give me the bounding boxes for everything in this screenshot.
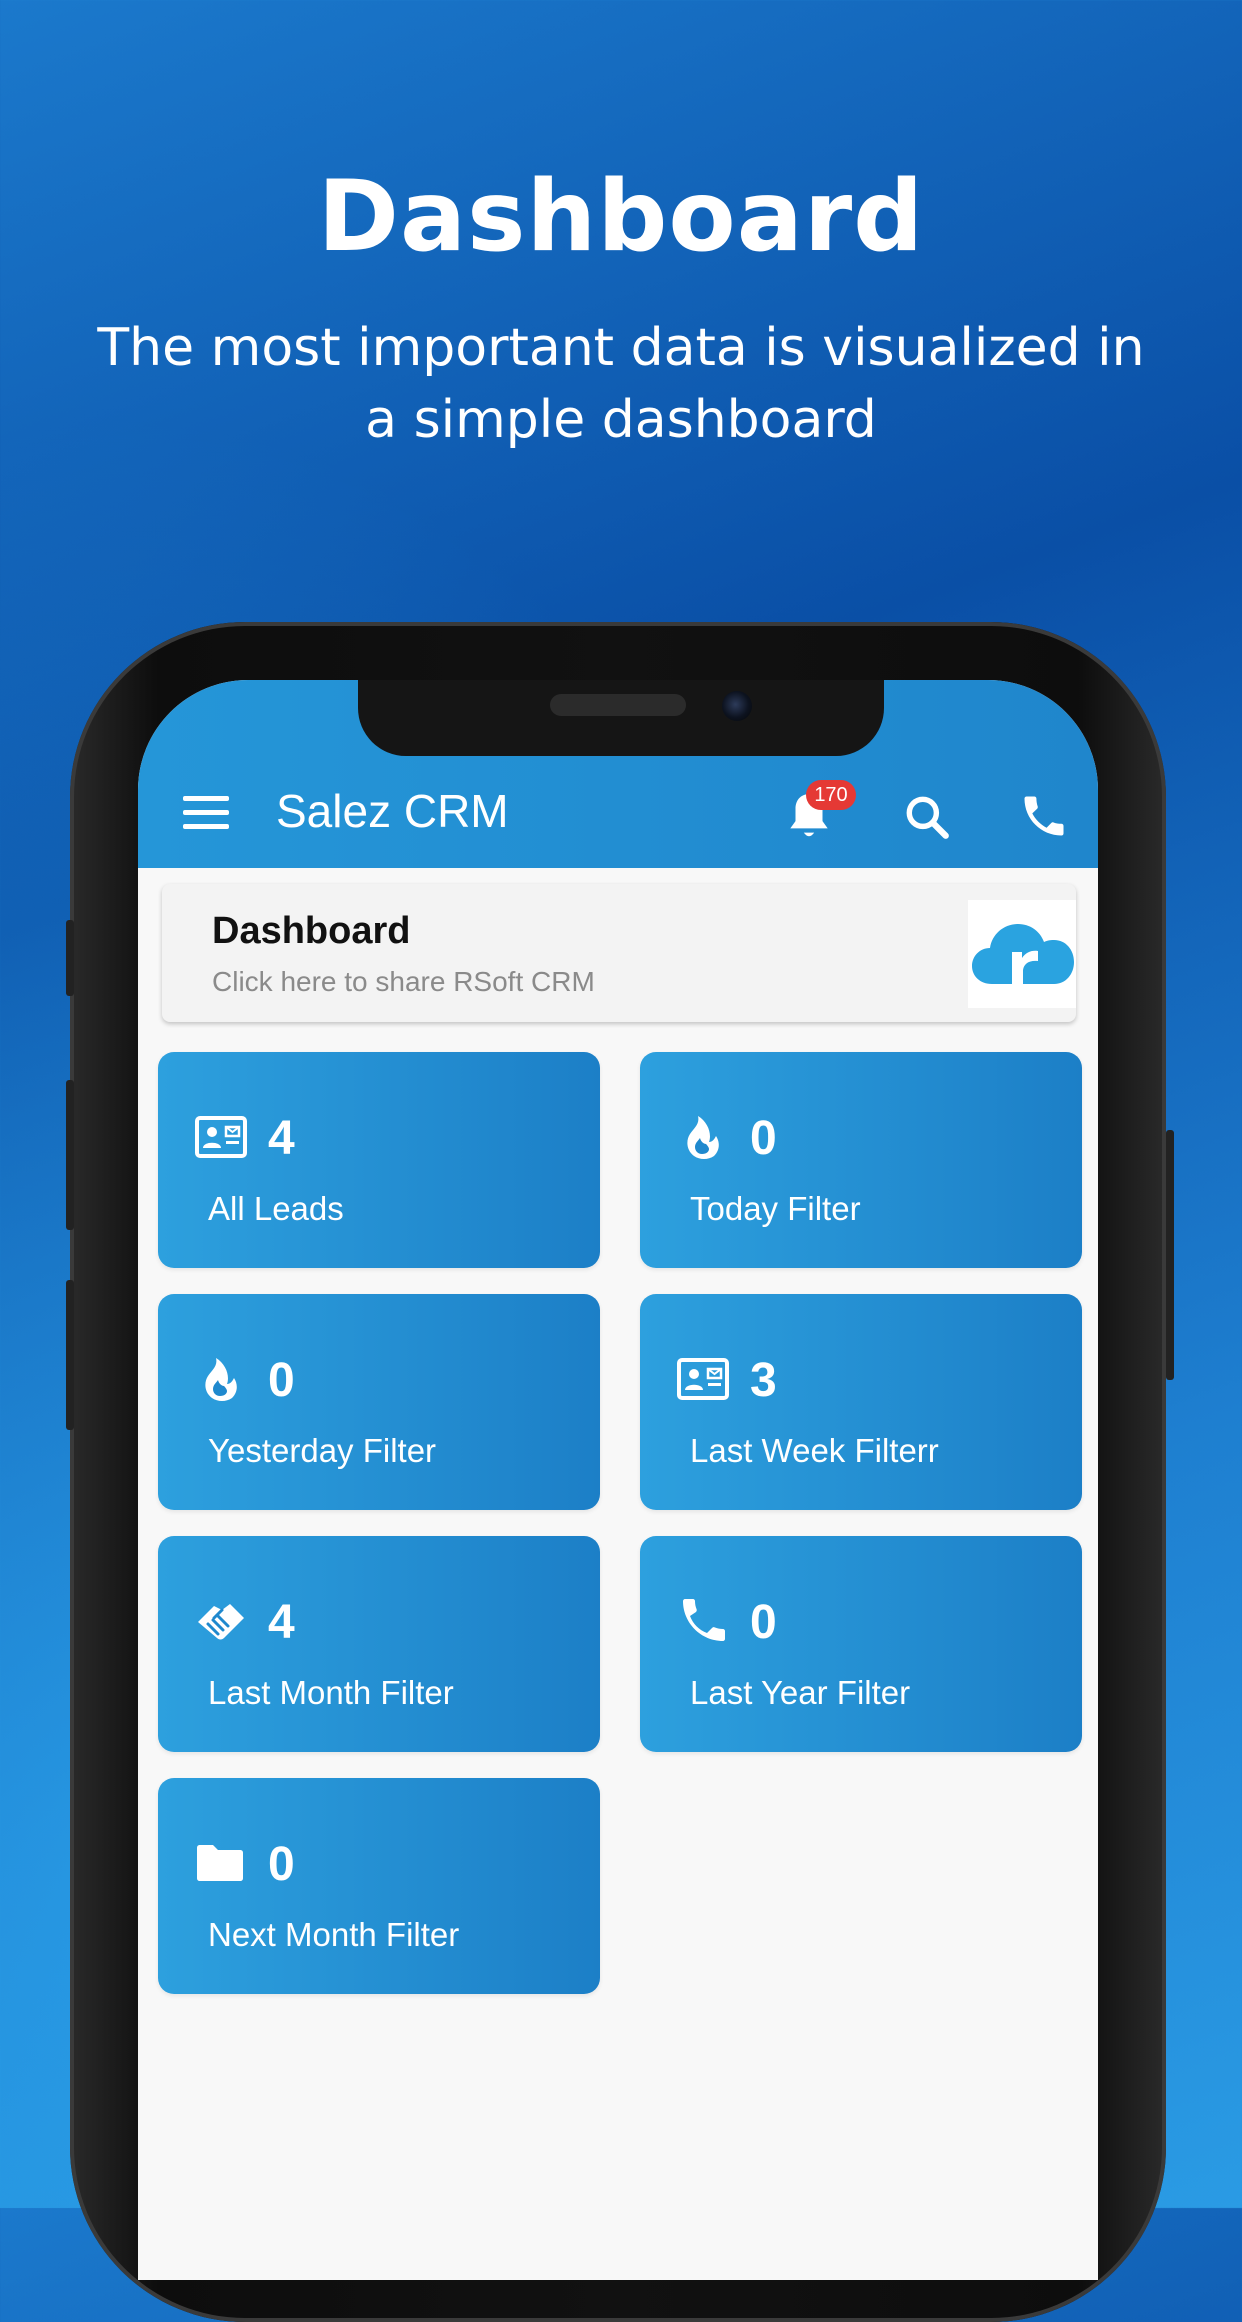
tile-last-week-filter[interactable]: 3 Last Week Filterr	[640, 1294, 1082, 1510]
tile-label: Last Week Filterr	[690, 1432, 939, 1469]
promo-subtitle: The most important data is visualized in…	[97, 318, 1145, 450]
tile-yesterday-filter[interactable]: 0 Yesterday Filter	[158, 1294, 600, 1510]
phone-screen: Salez CRM 170 Dashboard Click here to sh…	[138, 680, 1098, 2280]
phone-speaker	[550, 694, 686, 716]
cloud-r-logo-icon	[968, 900, 1076, 1008]
handshake-icon	[198, 1604, 244, 1640]
share-card-title: Dashboard	[212, 910, 411, 952]
phone-side-button	[66, 920, 74, 996]
tile-last-year-filter[interactable]: 0 Last Year Filter	[640, 1536, 1082, 1752]
tile-count: 0	[750, 1596, 777, 1649]
fire-icon	[205, 1358, 237, 1401]
phone-notch	[358, 680, 884, 756]
phone-icon	[683, 1599, 725, 1641]
tile-label: Last Year Filter	[690, 1674, 911, 1711]
phone-side-button	[1166, 1130, 1174, 1380]
tile-label: Next Month Filter	[208, 1916, 460, 1953]
tile-next-month-filter[interactable]: 0 Next Month Filter	[158, 1778, 600, 1994]
menu-icon[interactable]	[183, 796, 229, 830]
front-camera	[722, 691, 752, 721]
tile-label: Yesterday Filter	[208, 1432, 437, 1469]
app-title: Salez CRM	[276, 785, 509, 837]
folder-icon	[197, 1845, 243, 1881]
phone-side-button	[66, 1080, 74, 1230]
tile-label: All Leads	[208, 1190, 344, 1227]
tile-all-leads[interactable]: 4 All Leads	[158, 1052, 600, 1268]
tile-count: 0	[750, 1112, 777, 1165]
contact-card-icon	[677, 1358, 729, 1400]
promo-title: Dashboard	[317, 160, 925, 274]
tile-count: 4	[268, 1596, 295, 1649]
tile-count: 3	[750, 1354, 777, 1407]
search-icon[interactable]	[902, 792, 952, 842]
tile-label: Last Month Filter	[208, 1674, 454, 1711]
contact-card-icon	[195, 1116, 247, 1158]
tile-count: 0	[268, 1838, 295, 1891]
notification-badge: 170	[806, 780, 856, 810]
tile-today-filter[interactable]: 0 Today Filter	[640, 1052, 1082, 1268]
tile-count: 4	[268, 1112, 295, 1165]
tile-last-month-filter[interactable]: 4 Last Month Filter	[158, 1536, 600, 1752]
tile-count: 0	[268, 1354, 295, 1407]
fire-icon	[687, 1116, 719, 1159]
share-card-subtitle: Click here to share RSoft CRM	[212, 966, 595, 997]
share-card[interactable]: Dashboard Click here to share RSoft CRM	[162, 884, 1076, 1022]
tile-label: Today Filter	[690, 1190, 861, 1227]
phone-icon[interactable]	[1018, 790, 1070, 842]
phone-side-button	[66, 1280, 74, 1430]
